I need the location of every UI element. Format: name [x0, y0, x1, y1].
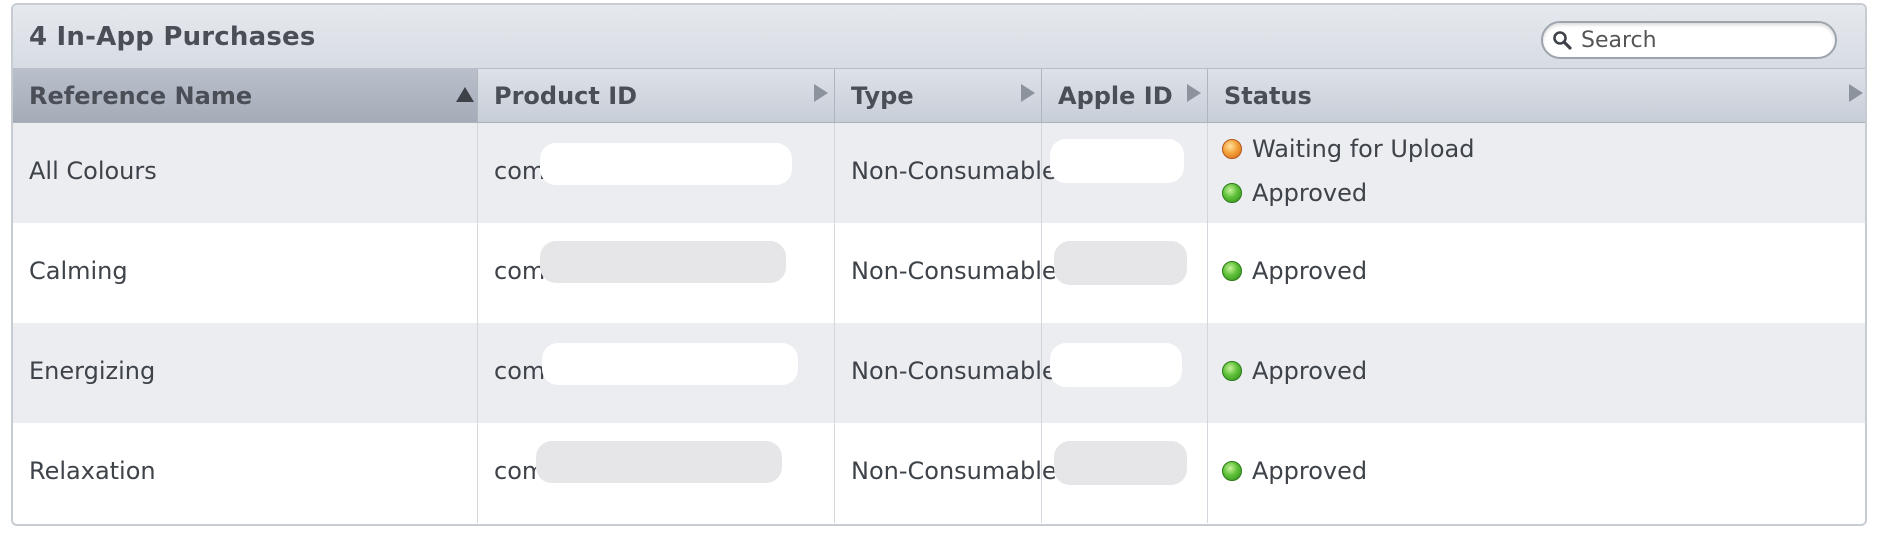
panel-title: 4 In-App Purchases	[29, 22, 316, 52]
sort-ascending-icon	[456, 87, 474, 102]
reference-name: Energizing	[29, 357, 156, 385]
in-app-purchases-panel: 4 In-App Purchases Reference Name Produc…	[11, 3, 1867, 526]
status-approved-icon	[1222, 183, 1242, 203]
table-row[interactable]: Energizing com.s Non-Consumable Approved	[13, 323, 1865, 423]
status-waiting-icon	[1222, 139, 1242, 159]
cell-type: Non-Consumable	[835, 223, 1057, 323]
redacted-apple-id	[1050, 139, 1184, 183]
column-header-apple-id[interactable]: Apple ID	[1042, 69, 1208, 122]
table-header: Reference Name Product ID Type Apple ID …	[13, 69, 1865, 123]
column-header-label: Product ID	[494, 82, 638, 110]
reference-name: All Colours	[29, 157, 157, 185]
type: Non-Consumable	[851, 457, 1057, 485]
column-header-label: Reference Name	[29, 82, 253, 110]
status-approved-icon	[1222, 361, 1242, 381]
cell-status: Approved	[1208, 223, 1865, 323]
column-header-label: Apple ID	[1058, 82, 1173, 110]
column-header-label: Type	[851, 82, 914, 110]
status-approved-icon	[1222, 461, 1242, 481]
table-row[interactable]: Relaxation com. Non-Consumable Approved	[13, 423, 1865, 523]
cell-type: Non-Consumable	[835, 423, 1057, 523]
cell-apple-id	[1042, 323, 1208, 423]
status-text: Approved	[1252, 257, 1368, 285]
redacted-apple-id	[1054, 441, 1187, 485]
column-header-label: Status	[1224, 82, 1312, 110]
status-approved-icon	[1222, 261, 1242, 281]
redacted-product-id	[542, 343, 798, 385]
redacted-product-id	[540, 241, 786, 283]
cell-status: Approved	[1208, 323, 1865, 423]
cell-type: Non-Consumable	[835, 123, 1057, 223]
cell-product-id: com.	[478, 223, 835, 323]
redacted-product-id	[540, 143, 792, 185]
search-box[interactable]	[1541, 21, 1837, 59]
type: Non-Consumable	[851, 357, 1057, 385]
status-text: Waiting for Upload	[1252, 135, 1475, 163]
sort-arrow-icon	[814, 84, 828, 102]
table-row[interactable]: All Colours com. Non-Consumable Waiting …	[13, 123, 1865, 223]
cell-apple-id	[1042, 223, 1208, 323]
sort-arrow-icon	[1021, 84, 1035, 102]
cell-type: Non-Consumable	[835, 323, 1057, 423]
cell-status: Approved	[1208, 423, 1865, 523]
sort-arrow-icon	[1849, 84, 1863, 102]
search-input[interactable]	[1581, 25, 1821, 55]
type: Non-Consumable	[851, 257, 1057, 285]
search-icon	[1553, 31, 1572, 50]
cell-product-id: com.	[478, 423, 835, 523]
reference-name: Calming	[29, 257, 128, 285]
cell-reference-name: Relaxation	[13, 423, 478, 523]
cell-reference-name: Calming	[13, 223, 478, 323]
type: Non-Consumable	[851, 157, 1057, 185]
column-header-reference-name[interactable]: Reference Name	[13, 69, 478, 122]
status-text: Approved	[1252, 179, 1368, 207]
cell-apple-id	[1042, 423, 1208, 523]
redacted-product-id	[536, 441, 782, 483]
redacted-apple-id	[1050, 343, 1182, 387]
status-text: Approved	[1252, 357, 1368, 385]
column-header-product-id[interactable]: Product ID	[478, 69, 835, 122]
table-row[interactable]: Calming com. Non-Consumable Approved	[13, 223, 1865, 323]
cell-reference-name: Energizing	[13, 323, 478, 423]
reference-name: Relaxation	[29, 457, 156, 485]
column-header-status[interactable]: Status	[1208, 69, 1865, 122]
cell-product-id: com.s	[478, 323, 835, 423]
redacted-apple-id	[1054, 241, 1187, 285]
panel-header: 4 In-App Purchases	[13, 5, 1865, 69]
cell-apple-id	[1042, 123, 1208, 223]
status-text: Approved	[1252, 457, 1368, 485]
cell-product-id: com.	[478, 123, 835, 223]
sort-arrow-icon	[1187, 84, 1201, 102]
cell-reference-name: All Colours	[13, 123, 478, 223]
column-header-type[interactable]: Type	[835, 69, 1042, 122]
cell-status: Waiting for Upload Approved	[1208, 123, 1865, 223]
